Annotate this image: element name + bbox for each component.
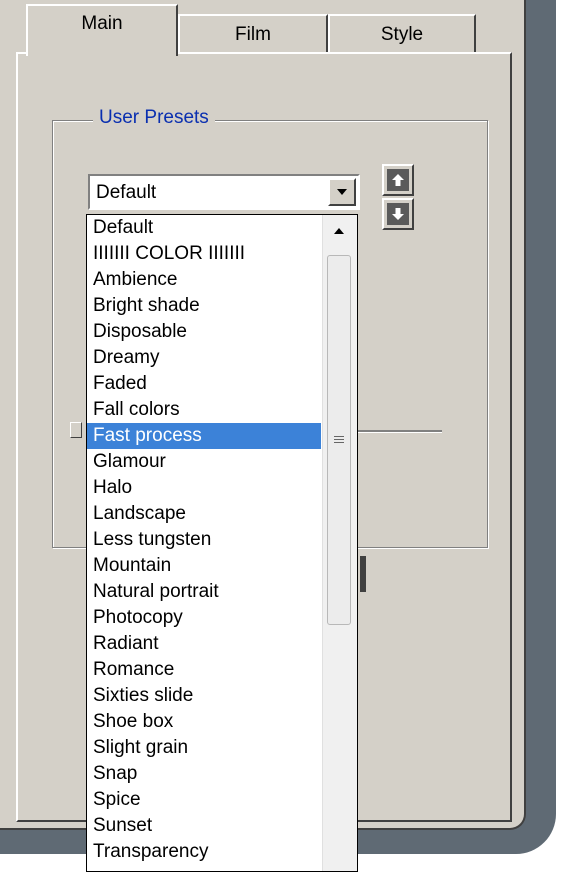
combo-value: Default: [96, 182, 157, 203]
user-presets-label: User Presets: [93, 107, 215, 129]
tab-main[interactable]: Main: [26, 4, 178, 56]
list-item[interactable]: Spice: [87, 787, 321, 813]
preset-list: Default IIIIIII COLOR IIIIIII Ambience Brig…: [87, 215, 321, 865]
list-item[interactable]: Shoe box: [87, 709, 321, 735]
tab-style[interactable]: Style: [328, 14, 476, 54]
arrow-down-icon: [387, 203, 409, 225]
arrow-up-icon: [387, 169, 409, 191]
tab-film-label: Film: [235, 24, 271, 45]
tab-style-label: Style: [380, 24, 424, 45]
list-item[interactable]: Transparency: [87, 839, 321, 865]
move-preset-up-button[interactable]: [382, 164, 414, 196]
list-item[interactable]: Slight grain: [87, 735, 321, 761]
list-item[interactable]: Glamour: [87, 449, 321, 475]
tab-film[interactable]: Film: [178, 14, 328, 54]
list-item[interactable]: Mountain: [87, 553, 321, 579]
list-item[interactable]: Romance: [87, 657, 321, 683]
list-item[interactable]: Ambience: [87, 267, 321, 293]
list-item[interactable]: Photocopy: [87, 605, 321, 631]
list-item[interactable]: Default: [87, 215, 321, 241]
list-item[interactable]: Less tungsten: [87, 527, 321, 553]
combo-dropdown-button[interactable]: [328, 178, 356, 206]
list-item[interactable]: IIIIIII COLOR IIIIIII: [87, 241, 321, 267]
list-item[interactable]: Halo: [87, 475, 321, 501]
hidden-control-edge: [360, 556, 366, 592]
list-scrollbar[interactable]: [322, 215, 357, 871]
list-item[interactable]: Dreamy: [87, 345, 321, 371]
list-item[interactable]: Landscape: [87, 501, 321, 527]
scroll-thumb[interactable]: [327, 255, 351, 625]
chevron-down-icon: [337, 189, 347, 195]
list-item[interactable]: Faded: [87, 371, 321, 397]
slider-track[interactable]: [348, 430, 442, 433]
grip-icon: [334, 436, 344, 443]
list-item[interactable]: Natural portrait: [87, 579, 321, 605]
preset-dropdown-list[interactable]: Default IIIIIII COLOR IIIIIII Ambience Brig…: [86, 214, 358, 872]
list-item[interactable]: Radiant: [87, 631, 321, 657]
list-item[interactable]: Bright shade: [87, 293, 321, 319]
list-item[interactable]: Sunset: [87, 813, 321, 839]
list-item[interactable]: Fall colors: [87, 397, 321, 423]
list-item[interactable]: Fast process: [87, 423, 321, 449]
list-item[interactable]: Disposable: [87, 319, 321, 345]
preset-combobox[interactable]: Default: [88, 174, 360, 210]
scroll-up-button[interactable]: [325, 217, 353, 245]
slider-thumb[interactable]: [70, 422, 82, 438]
list-item[interactable]: Snap: [87, 761, 321, 787]
list-item[interactable]: Sixties slide: [87, 683, 321, 709]
tab-main-label: Main: [81, 13, 123, 34]
scroll-up-arrow-icon: [334, 228, 344, 234]
move-preset-down-button[interactable]: [382, 198, 414, 230]
